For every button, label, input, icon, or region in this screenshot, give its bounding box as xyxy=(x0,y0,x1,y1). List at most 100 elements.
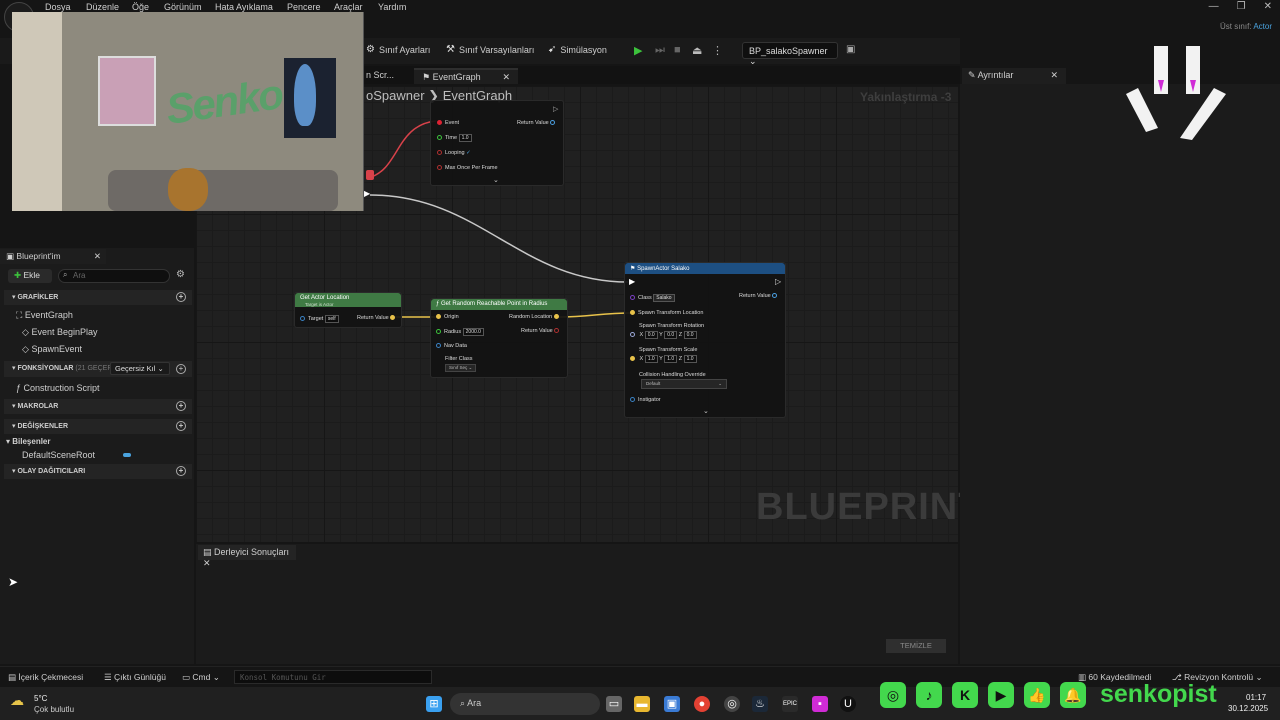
section-variables[interactable]: ▾ DEĞİŞKENLER + xyxy=(4,419,192,434)
steam-icon[interactable]: ♨ xyxy=(752,696,768,712)
instigator-row[interactable]: Instigator xyxy=(630,397,661,403)
spawn-exec-in-pin[interactable]: ▶ xyxy=(629,277,635,286)
search-placeholder: Ara xyxy=(73,271,86,280)
override-dropdown[interactable]: Geçersiz Kıl ⌄ xyxy=(110,362,170,375)
max-once-row[interactable]: Max Once Per Frame xyxy=(437,165,498,171)
scale-y-field[interactable]: 1.0 xyxy=(664,355,678,363)
content-drawer-label: İçerik Çekmecesi xyxy=(18,672,84,682)
add-button[interactable]: ✚ Ekle xyxy=(8,269,52,283)
content-drawer-button[interactable]: ▤ İçerik Çekmecesi xyxy=(8,672,83,683)
spawn-scale-row[interactable]: X 1.0 Y 1.0 Z 1.0 xyxy=(630,355,697,363)
output-log-button[interactable]: ☰ Çıktı Günlüğü xyxy=(104,672,166,683)
radius-pin-row[interactable]: Radius 2000.0 xyxy=(436,328,484,336)
add-function-icon[interactable]: + xyxy=(176,364,186,374)
timer-return-row[interactable]: Return Value xyxy=(517,120,558,126)
tab-compiler-results[interactable]: ▤ Derleyici Sonuçları ✕ xyxy=(198,545,296,568)
filter-class-select[interactable]: Sınıf Seç ⌄ xyxy=(445,364,477,372)
random-point-return-row[interactable]: Return Value xyxy=(521,328,562,334)
nav-data-row[interactable]: Nav Data xyxy=(436,343,467,349)
chrome-icon[interactable]: ● xyxy=(694,696,710,712)
add-graph-icon[interactable]: + xyxy=(176,292,186,302)
tree-spawn-event[interactable]: ◇ SpawnEvent xyxy=(22,344,82,355)
tree-components[interactable]: ▾ Bileşenler xyxy=(6,437,51,446)
spawn-return-row[interactable]: Return Value xyxy=(739,293,780,299)
log-icon: ☰ xyxy=(104,672,112,682)
store-icon[interactable]: ▣ xyxy=(664,696,680,712)
spawn-exec-out-pin[interactable]: ▷ xyxy=(775,277,781,286)
radius-field[interactable]: 2000.0 xyxy=(462,328,484,336)
close-compiler-icon[interactable]: ✕ xyxy=(203,558,211,568)
rotation-y-field[interactable]: 0.0 xyxy=(664,331,678,339)
task-view-icon[interactable]: ▭ xyxy=(606,696,622,712)
epic-games-icon[interactable]: EPIC xyxy=(782,696,798,712)
section-macros[interactable]: ▾ MAKROLAR + xyxy=(4,399,192,414)
section-graphs[interactable]: ▾ GRAFİKLER + xyxy=(4,290,192,305)
spawn-location-row[interactable]: Spawn Transform Location xyxy=(630,310,703,316)
looping-pin-row[interactable]: Looping ✓ xyxy=(437,150,471,156)
add-variable-icon[interactable]: + xyxy=(176,421,186,431)
taskbar-search-label: Ara xyxy=(467,698,482,708)
instigator-pin xyxy=(630,397,635,403)
collapse-icon-6: ▾ xyxy=(12,468,16,475)
set-timer-node[interactable]: ▷ Event Return Value Time 1.0 Looping ✓ … xyxy=(430,100,564,186)
rotation-z-field[interactable]: 0.0 xyxy=(683,331,697,339)
scale-x-field[interactable]: 1.0 xyxy=(644,355,658,363)
clear-button[interactable]: TEMİZLE xyxy=(886,639,946,653)
section-event-dispatchers[interactable]: ▾ OLAY DAĞITICILARI + xyxy=(4,464,192,479)
instagram-icon: ◎ xyxy=(880,681,906,708)
target-field[interactable]: self xyxy=(324,315,339,323)
random-point-return-label: Return Value xyxy=(521,328,553,334)
rotation-x-field[interactable]: 0.0 xyxy=(644,331,658,339)
tree-event-graph[interactable]: ⛶ EventGraph xyxy=(16,310,73,321)
time-field[interactable]: 1.0 xyxy=(458,134,472,142)
add-macro-icon[interactable]: + xyxy=(176,401,186,411)
spawn-actor-node[interactable]: ⚑ SpawnActor Salako ▶ ▷ Class Salako Ret… xyxy=(624,262,786,418)
tree-construction-script[interactable]: ƒ Construction Script xyxy=(16,383,100,393)
delegate-pin[interactable] xyxy=(366,170,374,180)
tree-default-scene-root-label: DefaultSceneRoot xyxy=(22,450,96,460)
spawn-return-pin xyxy=(772,293,778,299)
tree-event-begin-play[interactable]: ◇ Event BeginPlay xyxy=(22,327,97,338)
app-icon[interactable]: ▪ xyxy=(812,696,828,712)
console-command-input[interactable]: Konsol Komutunu Gir xyxy=(234,670,432,684)
spawn-rotation-row[interactable]: X 0.0 Y 0.0 Z 0.0 xyxy=(630,331,697,339)
cmd-dropdown[interactable]: ▭ Cmd ⌄ xyxy=(182,672,220,683)
expand-chevron-icon[interactable]: ⌄ xyxy=(493,176,499,184)
scale-z-field[interactable]: 1.0 xyxy=(683,355,697,363)
class-pin-row[interactable]: Class Salako xyxy=(630,294,675,302)
random-location-row[interactable]: Random Location xyxy=(509,314,562,320)
tab-my-blueprint[interactable]: ▣ Blueprint'im ✕ xyxy=(0,249,106,264)
clock-time: 01:17 xyxy=(1246,693,1267,702)
actor-location-return-row[interactable]: Return Value xyxy=(357,315,398,321)
collision-select[interactable]: Default ⌄ xyxy=(641,379,727,389)
exec-out-pin[interactable]: ▶ xyxy=(364,189,370,198)
class-field[interactable]: Salako xyxy=(653,294,675,302)
add-dispatcher-icon[interactable]: + xyxy=(176,466,186,476)
file-explorer-icon[interactable]: ▬ xyxy=(634,696,650,712)
obs-icon[interactable]: ◎ xyxy=(724,696,740,712)
spawn-location-pin xyxy=(630,310,635,316)
bell-icon: 🔔 xyxy=(1060,681,1086,708)
target-pin-row[interactable]: Target self xyxy=(300,315,339,323)
origin-pin xyxy=(436,314,441,320)
compiler-results-panel xyxy=(196,544,958,664)
close-panel-icon[interactable]: ✕ xyxy=(94,251,101,262)
settings-gear-icon[interactable]: ⚙ xyxy=(176,269,185,280)
windows-start-icon[interactable]: ⊞ xyxy=(426,696,442,712)
painting-left xyxy=(98,56,156,126)
tree-default-scene-root[interactable]: DefaultSceneRoot xyxy=(22,450,95,460)
panel-search-input[interactable]: ⌕ Ara xyxy=(58,269,170,283)
spawn-expand-icon[interactable]: ⌄ xyxy=(703,407,709,415)
time-pin-row[interactable]: Time 1.0 xyxy=(437,134,472,142)
taskbar-search[interactable]: ⌕ Ara xyxy=(450,693,600,715)
weather-icon[interactable]: ☁ xyxy=(10,692,24,709)
get-actor-location-node[interactable]: Get Actor Location Target is Actor Targe… xyxy=(294,292,402,328)
spawn-rotation-label: Spawn Transform Rotation xyxy=(639,323,705,329)
unreal-taskbar-icon[interactable]: U xyxy=(840,696,856,712)
random-point-node[interactable]: ƒ Get Random Reachable Point in Radius O… xyxy=(430,298,568,378)
origin-pin-row[interactable]: Origin xyxy=(436,314,459,320)
event-pin-row[interactable]: Event xyxy=(437,120,459,126)
mascot-arm-right xyxy=(1180,88,1226,140)
checkbox-checked-icon[interactable]: ✓ xyxy=(466,150,471,156)
weather-desc: Çok bulutlu xyxy=(34,705,75,714)
